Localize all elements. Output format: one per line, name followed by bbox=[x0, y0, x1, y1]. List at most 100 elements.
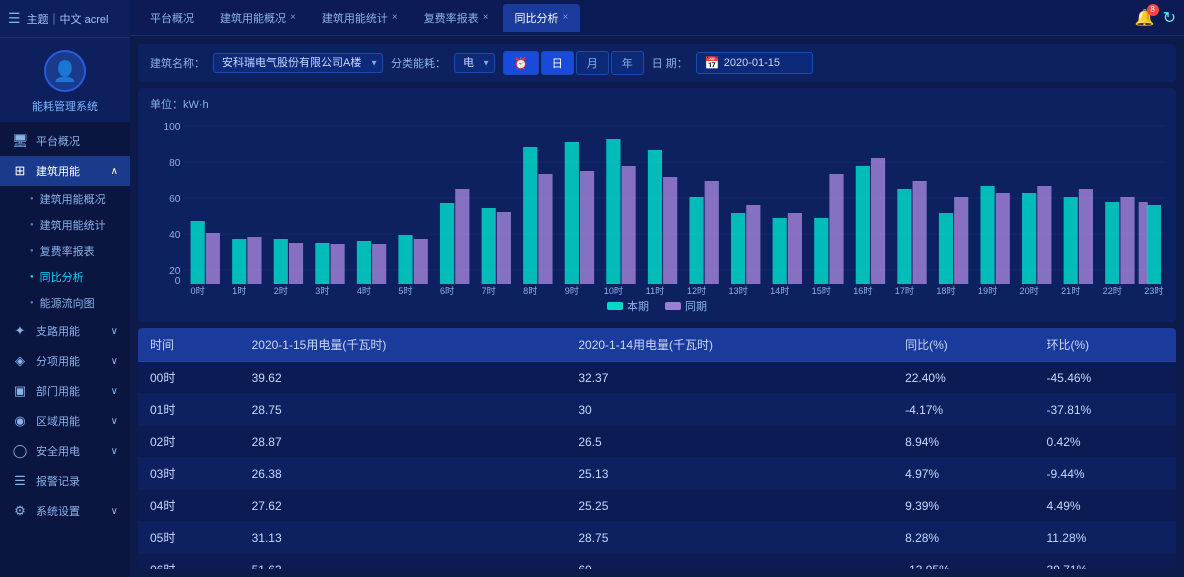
close-icon[interactable]: × bbox=[392, 12, 398, 23]
sidebar-item-department[interactable]: ▣ 部门用能 ∨ bbox=[0, 376, 130, 406]
svg-text:9时: 9时 bbox=[565, 285, 579, 296]
chevron-down-icon: ∧ bbox=[111, 166, 118, 177]
sidebar-header: ☰ 主题｜中文 acrel bbox=[0, 0, 130, 38]
category-select[interactable]: 电 bbox=[454, 53, 495, 73]
chart-legend: 本期 同期 bbox=[150, 298, 1164, 314]
sidebar-item-branch[interactable]: ✦ 支路用能 ∨ bbox=[0, 316, 130, 346]
svg-text:23时: 23时 bbox=[1144, 285, 1163, 296]
table-header-row: 时间 2020-1-15用电量(千瓦时) 2020-1-14用电量(千瓦时) 同… bbox=[138, 328, 1176, 362]
notification-badge: 8 bbox=[1147, 4, 1159, 16]
legend-current-label: 本期 bbox=[627, 298, 649, 314]
svg-text:60: 60 bbox=[169, 194, 181, 205]
nav-right-icons: 🔔 8 ↻ bbox=[1135, 8, 1176, 28]
sidebar: ☰ 主题｜中文 acrel 👤 能耗管理系统 🖥 平台概况 ⊞ 建筑用能 ∧ 建… bbox=[0, 0, 130, 577]
table-row: 06时 51.63 60 -13.95% 39.71% bbox=[138, 554, 1176, 570]
cell-prev: 30 bbox=[566, 394, 893, 426]
cell-mom: -45.46% bbox=[1035, 362, 1176, 394]
sidebar-item-platform[interactable]: 🖥 平台概况 bbox=[0, 126, 130, 156]
sidebar-item-area[interactable]: ◉ 区域用能 ∨ bbox=[0, 406, 130, 436]
content-area: 建筑名称： 安科瑞电气股份有限公司A楼 分类能耗： 电 ⏰ 日 月 年 日 期：… bbox=[130, 36, 1184, 577]
sidebar-item-label: 建筑用能 bbox=[36, 163, 80, 179]
table-container: 时间 2020-1-15用电量(千瓦时) 2020-1-14用电量(千瓦时) 同… bbox=[138, 328, 1176, 569]
sidebar-item-label: 安全用电 bbox=[36, 443, 80, 459]
refresh-icon[interactable]: ↻ bbox=[1163, 8, 1176, 28]
close-icon[interactable]: × bbox=[483, 12, 489, 23]
date-input-wrapper: 📅 bbox=[696, 52, 813, 74]
cell-current: 26.38 bbox=[240, 458, 567, 490]
chart-wrapper: 100 80 60 40 20 0 bbox=[150, 116, 1164, 296]
svg-text:13时: 13时 bbox=[728, 285, 747, 296]
svg-text:7时: 7时 bbox=[482, 285, 496, 296]
col-header-mom: 环比(%) bbox=[1035, 328, 1176, 362]
svg-text:16时: 16时 bbox=[853, 285, 872, 296]
department-icon: ▣ bbox=[12, 383, 28, 399]
legend-current-color bbox=[607, 302, 623, 310]
month-btn[interactable]: 月 bbox=[576, 51, 609, 75]
legend-same-period: 同期 bbox=[665, 298, 707, 314]
legend-current: 本期 bbox=[607, 298, 649, 314]
date-label: 日 期： bbox=[652, 55, 688, 71]
svg-text:14时: 14时 bbox=[770, 285, 789, 296]
sidebar-item-label: 系统设置 bbox=[36, 503, 80, 519]
tab-yoy-analysis[interactable]: 同比分析 × bbox=[503, 4, 581, 32]
svg-text:5时: 5时 bbox=[398, 285, 412, 296]
tab-building-stats[interactable]: 建筑用能统计 × bbox=[310, 4, 410, 32]
safety-icon: ◯ bbox=[12, 443, 28, 459]
svg-text:40: 40 bbox=[169, 230, 181, 241]
cell-mom: 4.49% bbox=[1035, 490, 1176, 522]
close-icon[interactable]: × bbox=[290, 12, 296, 23]
year-btn[interactable]: 年 bbox=[611, 51, 644, 75]
cell-current: 28.87 bbox=[240, 426, 567, 458]
cell-yoy: -13.95% bbox=[893, 554, 1034, 570]
tab-building-overview[interactable]: 建筑用能概况 × bbox=[208, 4, 308, 32]
table-row: 00时 39.62 32.37 22.40% -45.46% bbox=[138, 362, 1176, 394]
sidebar-item-alarms[interactable]: ☰ 报警记录 bbox=[0, 466, 130, 496]
sidebar-item-building-energy[interactable]: ⊞ 建筑用能 ∧ bbox=[0, 156, 130, 186]
cell-prev: 25.13 bbox=[566, 458, 893, 490]
chevron-right-icon6: ∨ bbox=[111, 506, 118, 517]
sidebar-sub-rate-report[interactable]: 复费率报表 bbox=[0, 238, 130, 264]
table-body: 00时 39.62 32.37 22.40% -45.46% 01时 28.75… bbox=[138, 362, 1176, 570]
bell-button[interactable]: 🔔 8 bbox=[1135, 8, 1155, 28]
table-row: 02时 28.87 26.5 8.94% 0.42% bbox=[138, 426, 1176, 458]
building-select[interactable]: 安科瑞电气股份有限公司A楼 bbox=[213, 53, 383, 73]
cell-time: 01时 bbox=[138, 394, 240, 426]
svg-text:22时: 22时 bbox=[1103, 285, 1122, 296]
svg-text:19时: 19时 bbox=[978, 285, 997, 296]
svg-text:21时: 21时 bbox=[1061, 285, 1080, 296]
calendar-icon: 📅 bbox=[705, 56, 720, 70]
filter-bar: 建筑名称： 安科瑞电气股份有限公司A楼 分类能耗： 电 ⏰ 日 月 年 日 期：… bbox=[138, 44, 1176, 82]
tab-label: 建筑用能统计 bbox=[322, 10, 388, 26]
sidebar-item-safety[interactable]: ◯ 安全用电 ∨ bbox=[0, 436, 130, 466]
tab-platform-overview[interactable]: 平台概况 bbox=[138, 4, 206, 32]
svg-text:18时: 18时 bbox=[936, 285, 955, 296]
svg-text:17时: 17时 bbox=[895, 285, 914, 296]
table-row: 05时 31.13 28.75 8.28% 11.28% bbox=[138, 522, 1176, 554]
alarms-icon: ☰ bbox=[12, 473, 28, 489]
sidebar-menu: 🖥 平台概况 ⊞ 建筑用能 ∧ 建筑用能概况 建筑用能统计 复费率报表 同比分析… bbox=[0, 122, 130, 577]
date-input[interactable] bbox=[724, 57, 804, 69]
branch-icon: ✦ bbox=[12, 323, 28, 339]
sidebar-sub-building-overview[interactable]: 建筑用能概况 bbox=[0, 186, 130, 212]
sidebar-sub-yoy-analysis[interactable]: 同比分析 bbox=[0, 264, 130, 290]
sidebar-sub-energy-flow[interactable]: 能源流向图 bbox=[0, 290, 130, 316]
tab-label: 平台概况 bbox=[150, 10, 194, 26]
tab-rate-report[interactable]: 复费率报表 × bbox=[412, 4, 501, 32]
sidebar-item-distribution[interactable]: ◈ 分项用能 ∨ bbox=[0, 346, 130, 376]
sidebar-item-settings[interactable]: ⚙ 系统设置 ∨ bbox=[0, 496, 130, 526]
distribution-icon: ◈ bbox=[12, 353, 28, 369]
chevron-right-icon: ∨ bbox=[111, 326, 118, 337]
chart-container: 单位：kW·h 100 80 60 40 20 0 bbox=[138, 88, 1176, 322]
close-icon[interactable]: × bbox=[563, 12, 569, 23]
day-btn[interactable]: 日 bbox=[541, 51, 574, 75]
cell-current: 28.75 bbox=[240, 394, 567, 426]
category-label: 分类能耗： bbox=[391, 55, 446, 71]
svg-text:11时: 11时 bbox=[646, 285, 665, 296]
clock-btn[interactable]: ⏰ bbox=[503, 51, 539, 75]
cell-mom: -9.44% bbox=[1035, 458, 1176, 490]
col-header-prev: 2020-1-14用电量(千瓦时) bbox=[566, 328, 893, 362]
hamburger-icon[interactable]: ☰ bbox=[8, 10, 21, 27]
sidebar-sub-building-stats[interactable]: 建筑用能统计 bbox=[0, 212, 130, 238]
avatar: 👤 bbox=[44, 50, 86, 92]
cell-time: 04时 bbox=[138, 490, 240, 522]
